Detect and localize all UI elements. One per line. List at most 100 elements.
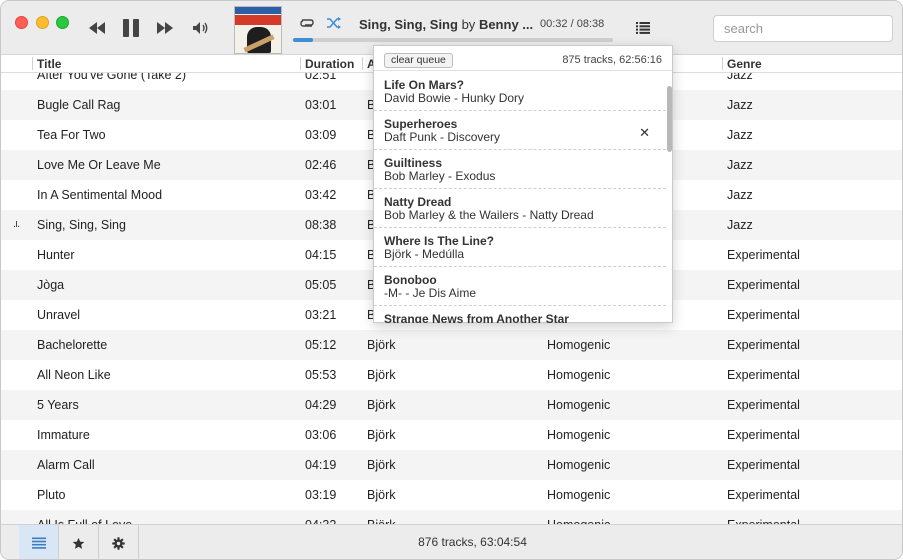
queue-item-subtitle: David Bowie - Hunky Dory: [384, 91, 525, 105]
track-duration: 02:46: [305, 158, 337, 172]
progress-bar[interactable]: [293, 38, 613, 42]
track-genre: Jazz: [727, 98, 753, 112]
next-track-button[interactable]: [154, 15, 176, 41]
window-minimize-button[interactable]: [36, 16, 49, 29]
track-genre: Experimental: [727, 488, 800, 502]
queue-item-subtitle: Bob Marley - Exodus: [384, 169, 496, 183]
track-genre: Jazz: [727, 158, 753, 172]
track-duration: 03:19: [305, 488, 337, 502]
track-duration: 02:51: [305, 73, 337, 82]
track-title: All Neon Like: [37, 368, 111, 382]
queue-item-title: Strange News from Another Star: [384, 312, 569, 323]
track-genre: Experimental: [727, 308, 800, 322]
column-header-title[interactable]: Title: [37, 57, 61, 73]
table-row[interactable]: 5 Years 04:29 Björk Homogenic Experimental: [1, 390, 902, 420]
track-title: In A Sentimental Mood: [37, 188, 163, 202]
time-separator: /: [567, 18, 577, 30]
track-title: Hunter: [37, 248, 75, 262]
now-playing-time: 00:32 / 08:38: [540, 18, 604, 30]
track-artist: Björk: [367, 398, 396, 412]
search-input[interactable]: [713, 15, 893, 42]
repeat-icon: [300, 19, 314, 27]
repeat-button[interactable]: [298, 14, 316, 32]
previous-track-button[interactable]: [86, 15, 108, 41]
track-title: Bugle Call Rag: [37, 98, 121, 112]
track-title: Sing, Sing, Sing: [37, 218, 126, 232]
queue-item[interactable]: Guiltiness Bob Marley - Exodus: [374, 150, 666, 189]
queue-count: 875 tracks, 62:56:16: [562, 54, 662, 66]
pause-icon: [123, 19, 139, 37]
queue-item[interactable]: Strange News from Another Star: [374, 306, 666, 323]
queue-popover: clear queue 875 tracks, 62:56:16 Life On…: [373, 45, 673, 323]
table-row[interactable]: All Is Full of Love04:32BjörkHomogenicEx…: [1, 510, 902, 524]
track-genre: Experimental: [727, 368, 800, 382]
queue-list-icon: [636, 22, 650, 34]
track-genre: Experimental: [727, 428, 800, 442]
queue-item[interactable]: Life On Mars? David Bowie - Hunky Dory: [374, 72, 666, 111]
track-genre: Experimental: [727, 458, 800, 472]
queue-item-subtitle: -M- - Je Dis Aime: [384, 286, 477, 300]
queue-item-subtitle: Bob Marley & the Wailers - Natty Dread: [384, 208, 594, 222]
track-album: Homogenic: [547, 398, 611, 412]
track-title: Immature: [37, 428, 90, 442]
volume-icon: [193, 22, 208, 34]
queue-item-title: Superheroes: [384, 117, 458, 131]
track-duration: 03:21: [305, 308, 337, 322]
track-duration: 03:06: [305, 428, 337, 442]
queue-list[interactable]: Life On Mars? David Bowie - Hunky Dory Sup…: [374, 72, 666, 323]
track-title: Unravel: [37, 308, 81, 322]
track-duration: 05:53: [305, 368, 337, 382]
track-duration: 08:38: [305, 218, 337, 232]
play-pause-button[interactable]: [120, 15, 142, 41]
window-maximize-button[interactable]: [56, 16, 69, 29]
bottom-bar: 876 tracks, 63:04:54: [1, 524, 902, 559]
track-artist: Björk: [367, 458, 396, 472]
now-playing-artist: Benny ...: [478, 17, 534, 32]
queue-item-title: Natty Dread: [384, 195, 452, 209]
track-duration: 04:29: [305, 398, 337, 412]
table-row[interactable]: Immature 03:06 Björk Homogenic Experimental: [1, 420, 902, 450]
track-album: Homogenic: [547, 368, 611, 382]
track-genre: Experimental: [727, 338, 800, 352]
queue-item[interactable]: Natty Dread Bob Marley & the Wailers - Na…: [374, 189, 666, 228]
queue-item[interactable]: Where Is The Line? Björk - Medúlla: [374, 228, 666, 267]
remove-from-queue-icon[interactable]: ✕: [639, 125, 650, 141]
volume-button[interactable]: [191, 15, 211, 41]
clear-queue-button[interactable]: clear queue: [384, 53, 453, 68]
now-playing-title: Sing, Sing, Sing by Benny ...: [359, 17, 533, 32]
track-title: After You've Gone (Take 2): [37, 73, 187, 82]
table-row[interactable]: Pluto 03:19 Björk Homogenic Experimental: [1, 480, 902, 510]
track-duration: 04:19: [305, 458, 337, 472]
table-row[interactable]: All Neon Like 05:53 Björk Homogenic Experime…: [1, 360, 902, 390]
track-album: Homogenic: [547, 458, 611, 472]
column-header-genre[interactable]: Genre: [727, 57, 762, 73]
queue-item-title: Guiltiness: [384, 156, 443, 170]
track-album: Homogenic: [547, 428, 611, 442]
table-row[interactable]: Bachelorette 05:12 Björk Homogenic Experimen…: [1, 330, 902, 360]
track-title: Jòga: [37, 278, 65, 292]
queue-item[interactable]: Superheroes Daft Punk - Discovery ✕: [374, 111, 666, 150]
track-title: Tea For Two: [37, 128, 106, 142]
column-header-duration[interactable]: Duration: [305, 57, 354, 73]
track-genre: Experimental: [727, 278, 800, 292]
track-title: 5 Years: [37, 398, 79, 412]
track-genre: Jazz: [727, 218, 753, 232]
window-close-button[interactable]: [15, 16, 28, 29]
queue-toggle-button[interactable]: [634, 19, 652, 37]
fast-forward-icon: [157, 22, 173, 34]
total-duration: 08:38: [576, 18, 605, 30]
album-cover[interactable]: [234, 6, 282, 54]
track-artist: Björk: [367, 488, 396, 502]
shuffle-button[interactable]: [325, 14, 343, 32]
track-duration: 04:15: [305, 248, 337, 262]
queue-item[interactable]: Bonoboo -M- - Je Dis Aime: [374, 267, 666, 306]
queue-scrollbar-thumb[interactable]: [667, 86, 672, 152]
queue-scrollbar[interactable]: [667, 72, 672, 323]
playing-indicator-icon: .ı.: [13, 218, 20, 230]
track-title: Pluto: [37, 488, 66, 502]
track-artist: Björk: [367, 428, 396, 442]
queue-item-subtitle: Daft Punk - Discovery: [384, 130, 501, 144]
table-row[interactable]: Alarm Call 04:19 Björk Homogenic Experimenta…: [1, 450, 902, 480]
elapsed-time: 00:32: [540, 18, 568, 30]
now-playing-by: by: [461, 17, 476, 32]
